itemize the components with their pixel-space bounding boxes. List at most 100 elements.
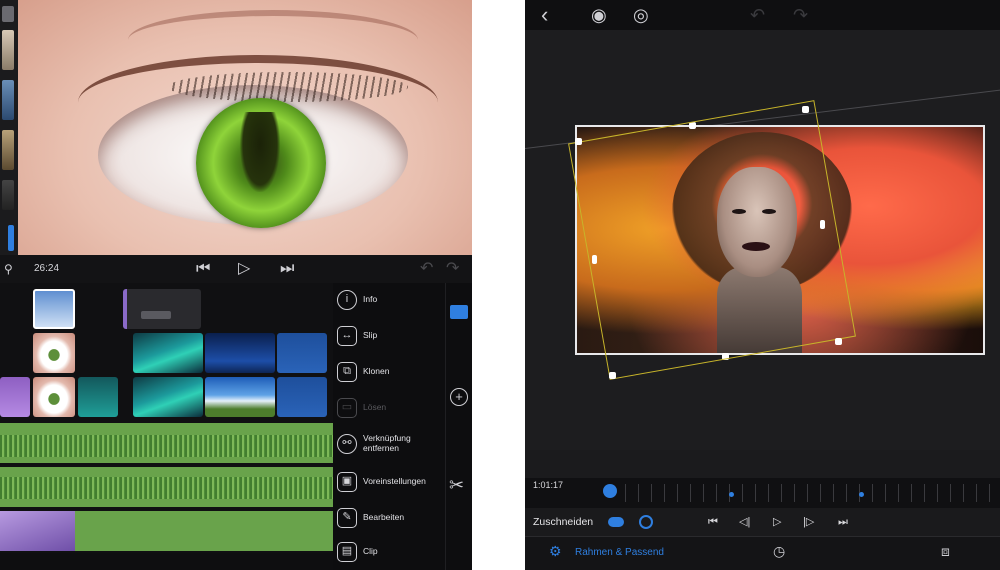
title-clip[interactable] [123,289,201,329]
hide-overlay-icon[interactable]: ◎ [633,0,649,30]
audio-fade-region[interactable] [0,511,75,551]
selected-clip[interactable] [33,289,75,329]
jump-to-end-icon[interactable]: ⏭ [838,508,848,536]
slip-icon: ↔ [337,326,357,346]
crop-handle-top-right[interactable] [802,106,809,113]
playhead-timecode: 26:24 [34,263,60,274]
show-overlay-icon[interactable]: ◉ [591,0,607,30]
add-icon[interactable]: + [450,388,468,406]
bottom-tab-bar: ⚙ Rahmen & Passend ◷ ⧈ [525,536,1000,570]
crop-label: Zuschneiden [533,516,594,528]
crop-handle-top-left[interactable] [575,138,582,145]
play-icon[interactable]: ▷ [773,508,781,536]
preview-silhouette [240,112,280,192]
menu-item-label: Bearbeiten [363,512,405,522]
blue-clip[interactable] [277,377,327,417]
clip-context-menu: i Info ↔ Slip ⧉ Klonen ▭ Lösen ⚯ Verknüp… [333,283,445,570]
aurora-clip[interactable] [133,333,203,373]
audio-track[interactable] [0,423,333,463]
timeline-tools: + ✂ [445,283,472,570]
info-icon: i [337,290,357,310]
media-browser-strip [0,0,18,255]
keyframe-marker[interactable] [859,492,864,497]
menu-item-label: Verknüpfung entfernen [363,433,411,453]
crop-toggle[interactable] [608,517,624,527]
undo-icon[interactable]: ↶ [750,0,765,30]
presets-icon: ▣ [337,472,357,492]
menu-item-label: Slip [363,330,378,340]
menu-item-clone[interactable]: ⧉ Klonen [333,357,445,389]
crop-handle-bottom-left[interactable] [609,372,616,379]
media-thumbnail[interactable] [2,180,14,210]
menu-item-label: Klonen [363,366,390,376]
undo-icon[interactable]: ↶ [420,255,433,283]
scrubber-ticks [625,484,995,502]
aurora-clip[interactable] [133,377,203,417]
crop-handle-left[interactable] [592,255,597,264]
skip-to-start-icon[interactable]: ⏮ [196,255,210,283]
top-bar: ‹ ◉ ◎ ↶ ↷ [525,0,1000,30]
previous-keyframe-icon[interactable]: ◁| [739,508,750,536]
video-preview[interactable] [18,0,472,255]
audio-track[interactable] [0,467,333,507]
menu-item-detach[interactable]: ▭ Lösen [333,393,445,425]
media-thumbnail[interactable] [2,30,14,70]
preview-lashes [168,72,408,102]
menu-item-presets[interactable]: ▣ Voreinstellungen [333,467,445,499]
clip-icon: ▤ [337,542,357,562]
back-chevron-icon[interactable]: ‹ [541,0,548,30]
edit-icon: ✎ [337,508,357,528]
menu-item-edit[interactable]: ✎ Bearbeiten [333,503,445,535]
menu-item-label: Clip [363,546,378,556]
crop-handle-bottom-right[interactable] [835,338,842,345]
media-thumbnail[interactable] [2,6,14,22]
redo-icon[interactable]: ↷ [446,255,459,283]
audio-track[interactable] [0,511,333,551]
unlink-icon: ⚯ [337,434,357,454]
menu-item-slip[interactable]: ↔ Slip [333,321,445,353]
crop-handle-right[interactable] [820,220,825,229]
crop-selection-frame[interactable] [568,100,856,380]
eye-clip[interactable] [33,377,75,417]
menu-item-label: Info [363,294,378,304]
mic-icon[interactable]: ⚲ [4,255,13,283]
menu-item-clip[interactable]: ▤ Clip [333,537,445,569]
gear-icon[interactable]: ⚙ [549,543,562,560]
scissors-icon[interactable]: ✂ [449,475,464,496]
tab-frame-fit[interactable]: Rahmen & Passend [575,547,664,558]
playhead-handle[interactable] [603,484,617,498]
transport-bar: ⚲ 26:24 ⏮ ▷ ⏭ ↶ ↷ [0,255,472,283]
keyframe-toggle-icon[interactable] [639,515,653,529]
moon-clip[interactable] [205,333,275,373]
scrubber[interactable]: 1:01:17 [525,478,1000,508]
purple-clip[interactable] [0,377,30,417]
scrubber-timecode: 1:01:17 [533,480,564,490]
redo-icon[interactable]: ↷ [793,0,808,30]
eye-clip[interactable] [33,333,75,373]
track-toggle-icon[interactable] [450,305,468,319]
timeline[interactable] [0,283,333,570]
fit-screen-icon[interactable]: ⧈ [941,543,950,560]
keyframe-marker[interactable] [729,492,734,497]
media-thumbnail[interactable] [2,130,14,170]
play-icon[interactable]: ▷ [238,255,250,283]
skip-to-end-icon[interactable]: ⏭ [280,255,294,283]
crop-canvas[interactable] [525,30,1000,450]
editor-screenshot-right: ‹ ◉ ◎ ↶ ↷ 1:01:17 Zuschneiden ⏮ ◁| ▷ |▷ … [525,0,1000,570]
menu-item-label: Voreinstellungen [363,476,426,486]
menu-item-unlink[interactable]: ⚯ Verknüpfung entfernen [333,429,445,465]
clock-icon[interactable]: ◷ [773,543,785,560]
scroll-indicator[interactable] [8,225,14,251]
blue-clip[interactable] [277,333,327,373]
jump-to-start-icon[interactable]: ⏮ [708,508,718,536]
editor-screenshot-left: ⚲ 26:24 ⏮ ▷ ⏭ ↶ ↷ i Info ↔ Slip ⧉ Klonen… [0,0,472,570]
detach-icon: ▭ [337,398,357,418]
menu-item-info[interactable]: i Info [333,285,445,317]
timeline-ruler [0,553,333,570]
audio-waveform [0,477,333,499]
page: ⚲ 26:24 ⏮ ▷ ⏭ ↶ ↷ i Info ↔ Slip ⧉ Klonen… [0,0,1000,570]
media-thumbnail[interactable] [2,80,14,120]
next-keyframe-icon[interactable]: |▷ [803,508,814,536]
landscape-clip[interactable] [205,377,275,417]
teal-clip[interactable] [78,377,118,417]
